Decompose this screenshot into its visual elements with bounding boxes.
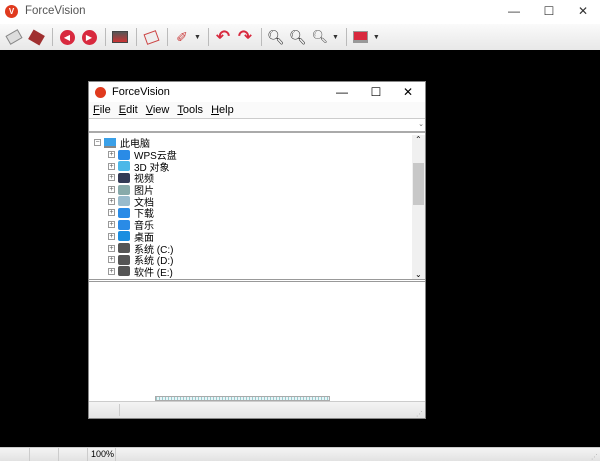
edit-icon: ✐ xyxy=(176,28,188,45)
redo-button[interactable]: ↷ xyxy=(235,27,255,47)
title-bar: V ForceVision — ☐ ✕ xyxy=(0,0,600,22)
chevron-down-icon[interactable]: ⌄ xyxy=(418,120,424,128)
separator xyxy=(207,28,209,46)
drive-icon xyxy=(118,243,130,254)
zoom-out-icon: 🔍︎ xyxy=(289,28,307,45)
expand-icon[interactable]: + xyxy=(108,221,115,229)
computer-icon xyxy=(104,137,116,148)
open-button[interactable] xyxy=(4,27,24,47)
vertical-scrollbar[interactable]: ⌃ ⌄ xyxy=(412,135,425,279)
expand-icon[interactable]: + xyxy=(108,209,115,217)
toolbar: ◀ ▶ ✐ ▼ ↶ ↷ 🔍︎ 🔍︎ 🔍︎ ▼ ▼ xyxy=(0,24,600,50)
menu-tools[interactable]: Tools xyxy=(177,104,203,116)
app-logo-icon: V xyxy=(5,4,18,18)
zoom-icon: 🔍︎ xyxy=(311,29,329,44)
scroll-up-icon[interactable]: ⌃ xyxy=(415,135,422,144)
status-cell xyxy=(0,448,30,461)
save-icon xyxy=(27,28,45,46)
inner-status-bar: ⋰ xyxy=(89,401,425,418)
separator xyxy=(52,28,53,46)
image-icon xyxy=(112,31,128,43)
resize-grip-icon[interactable]: ⋰ xyxy=(416,410,423,418)
expand-icon[interactable]: + xyxy=(108,244,115,252)
status-cell xyxy=(30,448,59,461)
inner-minimize-button[interactable]: — xyxy=(327,82,357,102)
separator xyxy=(260,28,262,46)
chevron-down-icon[interactable]: ▼ xyxy=(373,34,380,41)
edit-button[interactable]: ✐ xyxy=(172,27,192,47)
zoom-level: 100% xyxy=(88,448,116,461)
zoom-in-icon: 🔍︎ xyxy=(267,28,285,45)
music-icon xyxy=(118,219,130,230)
desktop-icon xyxy=(118,231,130,242)
cloud-icon xyxy=(118,149,130,160)
expand-icon[interactable]: + xyxy=(108,267,115,275)
status-bar: 100% ⋰ xyxy=(0,447,600,461)
save-button[interactable] xyxy=(26,27,46,47)
drive-icon xyxy=(118,266,130,277)
expand-icon[interactable]: + xyxy=(108,186,115,194)
resize-grip-icon[interactable]: ⋰ xyxy=(591,453,598,461)
menu-view[interactable]: View xyxy=(146,104,170,116)
menu-bar: File Edit View Tools Help xyxy=(89,102,425,118)
app-logo-icon xyxy=(95,86,106,98)
scroll-thumb[interactable] xyxy=(413,163,424,205)
next-icon: ▶ xyxy=(81,29,97,45)
separator xyxy=(167,28,168,46)
menu-edit[interactable]: Edit xyxy=(119,104,138,116)
expand-icon[interactable]: + xyxy=(108,232,115,240)
redo-icon: ↷ xyxy=(237,27,253,46)
download-icon xyxy=(118,207,130,218)
folder-tree: − 此电脑 + WPS云盘 +3D 对象 + 视频 + 图片 + 文档 + 下载 + 音乐 + 桌面 + 系统 … xyxy=(89,135,425,282)
open-icon xyxy=(5,29,23,45)
expand-icon[interactable]: + xyxy=(108,162,115,170)
expand-icon[interactable]: + xyxy=(108,197,115,205)
window-title: ForceVision xyxy=(25,5,86,17)
expand-icon[interactable]: + xyxy=(108,256,115,264)
inner-window: ForceVision — ☐ ✕ File Edit View Tools H… xyxy=(88,81,426,419)
menu-help[interactable]: Help xyxy=(211,104,234,116)
separator xyxy=(105,28,106,46)
menu-file[interactable]: File xyxy=(93,104,111,116)
scroll-down-icon[interactable]: ⌄ xyxy=(415,270,422,279)
expand-icon[interactable]: + xyxy=(108,174,115,182)
document-icon xyxy=(118,196,130,207)
chevron-down-icon[interactable]: ▼ xyxy=(194,34,201,41)
zoom-in-button[interactable]: 🔍︎ xyxy=(266,27,286,47)
monitor-button[interactable] xyxy=(351,27,371,47)
separator xyxy=(136,28,137,46)
undo-button[interactable]: ↶ xyxy=(213,27,233,47)
cube-icon xyxy=(118,161,130,172)
inner-close-button[interactable]: ✕ xyxy=(393,82,423,102)
monitor-icon xyxy=(353,31,369,43)
close-button[interactable]: ✕ xyxy=(566,0,600,22)
previous-icon: ◀ xyxy=(59,29,75,45)
inner-window-title: ForceVision xyxy=(112,86,170,98)
picture-icon xyxy=(118,184,130,195)
tree-item[interactable]: + 软件 (E:) xyxy=(89,266,425,279)
zoom-out-button[interactable]: 🔍︎ xyxy=(288,27,308,47)
next-button[interactable]: ▶ xyxy=(79,27,99,47)
maximize-button[interactable]: ☐ xyxy=(532,0,566,22)
slideshow-button[interactable] xyxy=(141,27,161,47)
file-list-pane[interactable] xyxy=(89,285,425,396)
drive-icon xyxy=(118,254,130,265)
zoom-button[interactable]: 🔍︎ xyxy=(310,27,330,47)
tree-item-label: 软件 (E:) xyxy=(134,267,173,279)
status-divider xyxy=(119,404,120,416)
image-button[interactable] xyxy=(110,27,130,47)
address-combobox[interactable]: ⌄ xyxy=(89,118,425,133)
slideshow-icon xyxy=(143,29,159,45)
video-icon xyxy=(118,172,130,183)
undo-icon: ↶ xyxy=(215,27,231,46)
separator xyxy=(345,28,347,46)
minimize-button[interactable]: — xyxy=(497,0,531,22)
expand-icon[interactable]: + xyxy=(108,151,115,159)
status-cell xyxy=(59,448,88,461)
inner-title-bar: ForceVision — ☐ ✕ xyxy=(89,82,425,102)
inner-maximize-button[interactable]: ☐ xyxy=(361,82,391,102)
collapse-icon[interactable]: − xyxy=(94,139,101,147)
chevron-down-icon[interactable]: ▼ xyxy=(332,34,339,41)
previous-button[interactable]: ◀ xyxy=(57,27,77,47)
